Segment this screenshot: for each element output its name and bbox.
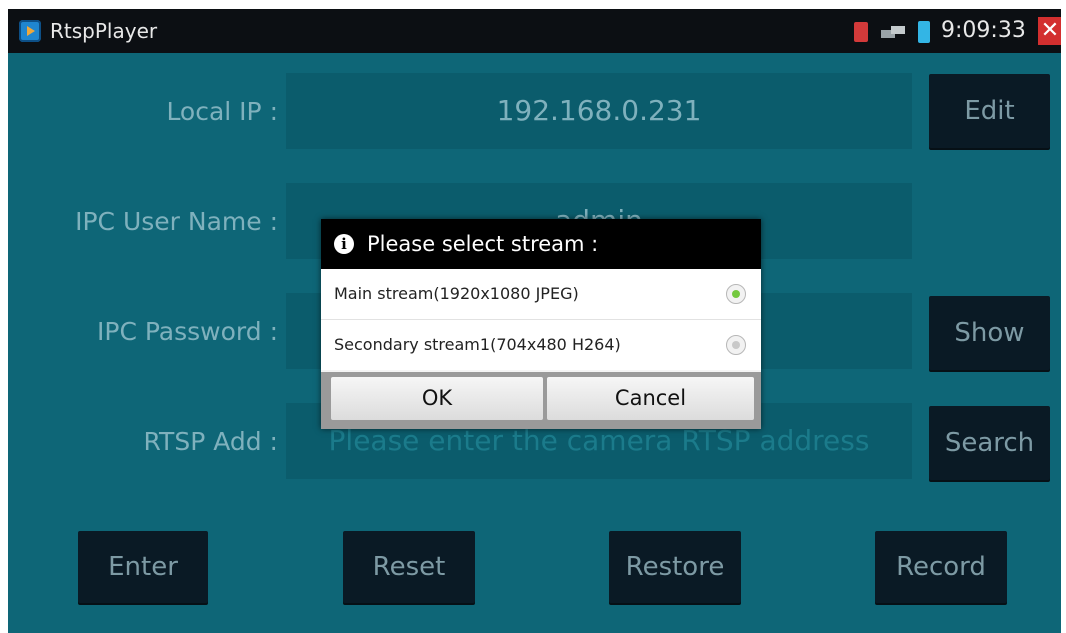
search-button[interactable]: Search bbox=[929, 406, 1050, 480]
title-bar: RtspPlayer 9:09:33 ✕ bbox=[8, 9, 1061, 53]
stream-option-secondary[interactable]: Secondary stream1(704x480 H264) bbox=[321, 320, 761, 370]
reset-button[interactable]: Reset bbox=[343, 531, 475, 603]
password-label: IPC Password : bbox=[97, 317, 278, 346]
clock: 9:09:33 bbox=[941, 18, 1026, 43]
stream-select-dialog: i Please select stream : Main stream(192… bbox=[321, 219, 761, 429]
cancel-button[interactable]: Cancel bbox=[547, 377, 754, 420]
user-name-label: IPC User Name : bbox=[75, 207, 278, 236]
radio-button-unselected[interactable] bbox=[726, 335, 746, 355]
radio-button-selected[interactable] bbox=[726, 284, 746, 304]
sd-card-icon bbox=[854, 22, 868, 42]
info-icon: i bbox=[334, 234, 354, 254]
app-icon bbox=[19, 20, 41, 42]
stream-option-main[interactable]: Main stream(1920x1080 JPEG) bbox=[321, 269, 761, 319]
dialog-header: i Please select stream : bbox=[321, 219, 761, 269]
ok-button[interactable]: OK bbox=[331, 377, 543, 420]
dialog-button-bar: OK Cancel bbox=[321, 372, 761, 429]
edit-button[interactable]: Edit bbox=[929, 74, 1050, 148]
rtsp-add-label: RTSP Add : bbox=[143, 427, 279, 456]
app-title: RtspPlayer bbox=[50, 19, 158, 43]
close-icon[interactable]: ✕ bbox=[1038, 17, 1061, 45]
stream-option-label: Secondary stream1(704x480 H264) bbox=[334, 335, 621, 354]
network-icon bbox=[881, 26, 905, 38]
show-button[interactable]: Show bbox=[929, 296, 1050, 370]
local-ip-label: Local IP : bbox=[166, 97, 278, 126]
enter-button[interactable]: Enter bbox=[78, 531, 208, 603]
battery-icon bbox=[918, 21, 930, 43]
record-button[interactable]: Record bbox=[875, 531, 1007, 603]
local-ip-field[interactable]: 192.168.0.231 bbox=[286, 73, 912, 149]
stream-option-label: Main stream(1920x1080 JPEG) bbox=[334, 284, 579, 303]
restore-button[interactable]: Restore bbox=[609, 531, 741, 603]
dialog-title: Please select stream : bbox=[367, 232, 599, 256]
